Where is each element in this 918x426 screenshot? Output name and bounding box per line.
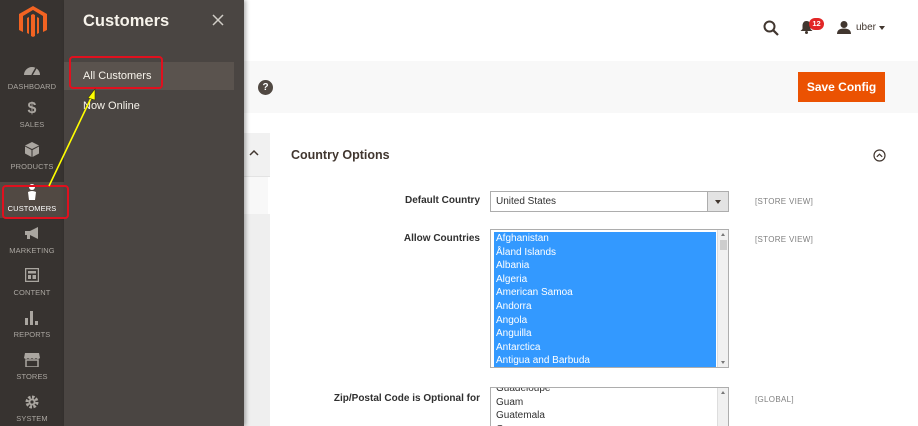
annotation-arrow [48,88,96,187]
admin-page: DASHBOARD $ SALES PRODUCTS CUSTOMERS MAR… [0,0,918,426]
